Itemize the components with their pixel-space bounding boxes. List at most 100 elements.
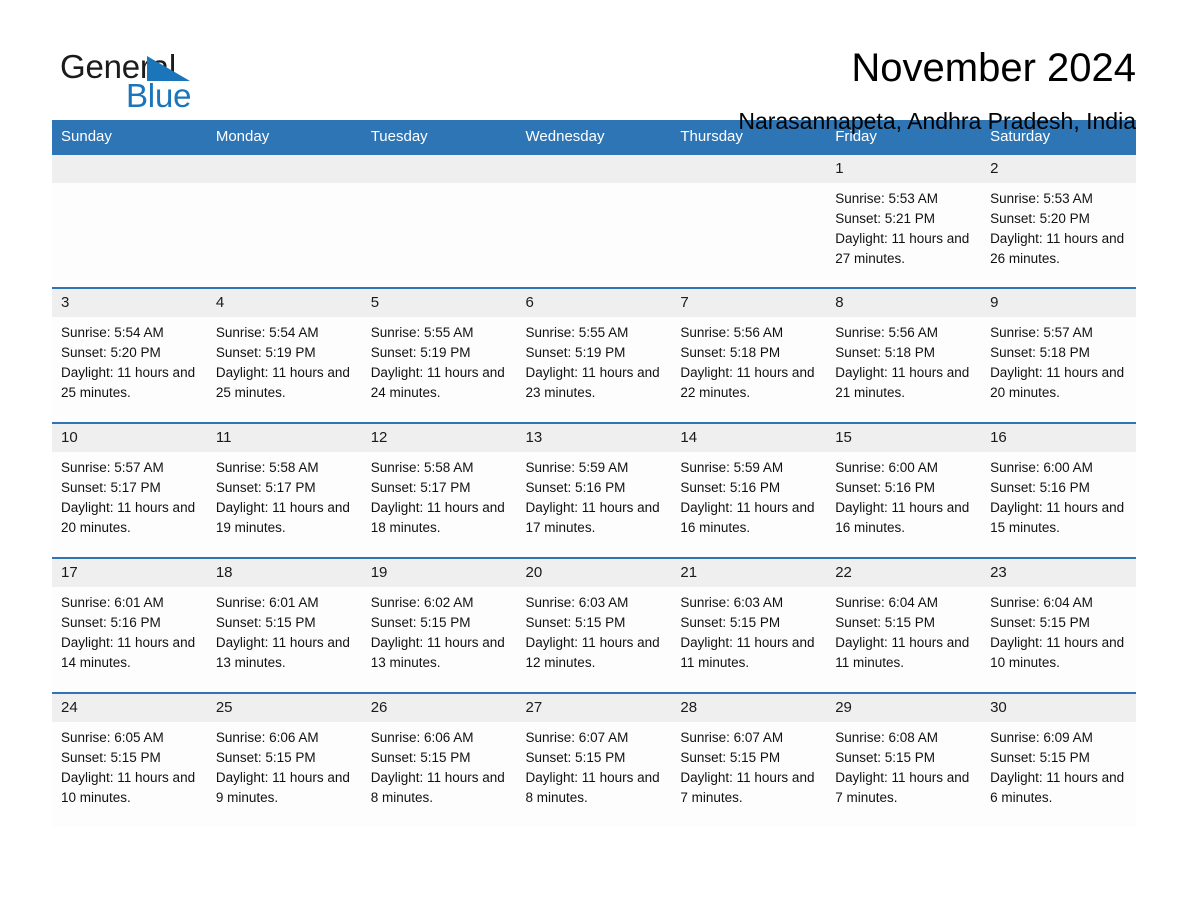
daylight-text: Daylight: 11 hours and 20 minutes.: [990, 365, 1125, 400]
calendar-day-cell[interactable]: 23 Sunrise: 6:04 AM Sunset: 5:15 PM Dayligh…: [981, 557, 1136, 693]
daylight-text: Daylight: 11 hours and 11 minutes.: [680, 635, 815, 670]
calendar-day-cell[interactable]: 6 Sunrise: 5:55 AM Sunset: 5:19 PM Daylight…: [516, 287, 672, 423]
daylight-text: Daylight: 11 hours and 21 minutes.: [835, 365, 970, 400]
calendar-day-cell[interactable]: 10 Sunrise: 5:57 AM Sunset: 5:17 PM Dayligh…: [52, 422, 207, 558]
calendar-day-cell[interactable]: 12 Sunrise: 5:58 AM Sunset: 5:17 PM Dayligh…: [361, 422, 517, 558]
sunset-text: Sunset: 5:15 PM: [525, 750, 626, 765]
calendar-day-cell[interactable]: 19 Sunrise: 6:02 AM Sunset: 5:15 PM Dayligh…: [361, 557, 517, 693]
sunrise-text: Sunrise: 6:01 AM: [215, 595, 319, 610]
calendar-day-cell[interactable]: 29 Sunrise: 6:08 AM Sunset: 5:15 PM Dayligh…: [826, 692, 982, 827]
sunset-text: Sunset: 5:15 PM: [525, 615, 626, 630]
day-number: 25: [206, 694, 362, 722]
day-number: 17: [52, 559, 207, 587]
daylight-text: Daylight: 11 hours and 26 minutes.: [990, 231, 1125, 266]
daylight-text: Daylight: 11 hours and 22 minutes.: [680, 365, 815, 400]
general-blue-logo[interactable]: General Blue: [52, 44, 252, 116]
daylight-text: Daylight: 11 hours and 10 minutes.: [990, 635, 1125, 670]
sunrise-text: Sunrise: 5:55 AM: [525, 325, 629, 340]
calendar-day-cell[interactable]: 8 Sunrise: 5:56 AM Sunset: 5:18 PM Daylight…: [826, 287, 982, 423]
day-number: [361, 155, 517, 183]
day-details: Sunrise: 6:02 AM Sunset: 5:15 PM Daylight:…: [362, 587, 517, 673]
day-number: 7: [671, 289, 827, 317]
day-details: Sunrise: 5:56 AM Sunset: 5:18 PM Daylight:…: [671, 317, 826, 403]
sunrise-text: Sunrise: 5:56 AM: [680, 325, 784, 340]
day-details: Sunrise: 5:53 AM Sunset: 5:21 PM Daylight:…: [826, 183, 981, 269]
sunrise-text: Sunrise: 6:04 AM: [990, 595, 1093, 610]
day-number: 8: [826, 289, 982, 317]
day-number: 22: [826, 559, 982, 587]
calendar-day-cell[interactable]: 26 Sunrise: 6:06 AM Sunset: 5:15 PM Dayligh…: [361, 692, 517, 827]
sunrise-text: Sunrise: 5:54 AM: [215, 325, 319, 340]
sunrise-text: Sunrise: 5:58 AM: [370, 460, 474, 475]
sunset-text: Sunset: 5:15 PM: [215, 750, 316, 765]
sunrise-text: Sunrise: 6:07 AM: [680, 730, 784, 745]
title-block: November 2024 Narasannapeta, Andhra Prad…: [738, 44, 1136, 138]
sunset-text: Sunset: 5:19 PM: [525, 345, 626, 360]
calendar-day-cell[interactable]: 1 Sunrise: 5:53 AM Sunset: 5:21 PM Daylight…: [826, 155, 982, 288]
calendar-week-row: 10 Sunrise: 5:57 AM Sunset: 5:17 PM Dayligh…: [52, 422, 1136, 558]
calendar-day-cell[interactable]: 11 Sunrise: 5:58 AM Sunset: 5:17 PM Dayligh…: [206, 422, 362, 558]
daylight-text: Daylight: 11 hours and 8 minutes.: [525, 770, 660, 805]
calendar-day-cell[interactable]: 20 Sunrise: 6:03 AM Sunset: 5:15 PM Dayligh…: [516, 557, 672, 693]
calendar-day-cell[interactable]: 3 Sunrise: 5:54 AM Sunset: 5:20 PM Daylight…: [52, 287, 207, 423]
day-number: 1: [826, 155, 982, 183]
calendar-day-cell[interactable]: 27 Sunrise: 6:07 AM Sunset: 5:15 PM Dayligh…: [516, 692, 672, 827]
calendar-day-cell[interactable]: 7 Sunrise: 5:56 AM Sunset: 5:18 PM Daylight…: [671, 287, 827, 423]
daylight-text: Daylight: 11 hours and 13 minutes.: [215, 635, 350, 670]
calendar-day-cell[interactable]: 28 Sunrise: 6:07 AM Sunset: 5:15 PM Dayligh…: [671, 692, 827, 827]
sunset-text: Sunset: 5:16 PM: [525, 480, 626, 495]
sunrise-text: Sunrise: 5:56 AM: [835, 325, 939, 340]
day-details: Sunrise: 6:06 AM Sunset: 5:15 PM Daylight:…: [362, 722, 517, 808]
day-number: 19: [361, 559, 517, 587]
calendar-day-cell[interactable]: 17 Sunrise: 6:01 AM Sunset: 5:16 PM Dayligh…: [52, 557, 207, 693]
page-subtitle-location: Narasannapeta, Andhra Pradesh, India: [738, 108, 1136, 134]
calendar-cell-empty: [671, 155, 827, 288]
sunrise-text: Sunrise: 5:59 AM: [525, 460, 629, 475]
daylight-text: Daylight: 11 hours and 13 minutes.: [370, 635, 505, 670]
day-details: Sunrise: 6:01 AM Sunset: 5:15 PM Daylight:…: [207, 587, 362, 673]
calendar-day-cell[interactable]: 24 Sunrise: 6:05 AM Sunset: 5:15 PM Dayligh…: [52, 692, 207, 827]
day-number: 4: [206, 289, 362, 317]
day-details: Sunrise: 6:01 AM Sunset: 5:16 PM Daylight:…: [52, 587, 207, 673]
calendar-day-cell[interactable]: 22 Sunrise: 6:04 AM Sunset: 5:15 PM Dayligh…: [826, 557, 982, 693]
sunset-text: Sunset: 5:17 PM: [370, 480, 471, 495]
page-header: General Blue November 2024 Narasannapeta…: [52, 0, 1136, 134]
calendar-day-cell[interactable]: 30 Sunrise: 6:09 AM Sunset: 5:15 PM Dayligh…: [981, 692, 1136, 827]
day-number: 18: [206, 559, 362, 587]
calendar-day-cell[interactable]: 25 Sunrise: 6:06 AM Sunset: 5:15 PM Dayligh…: [206, 692, 362, 827]
day-details: Sunrise: 5:54 AM Sunset: 5:20 PM Daylight:…: [52, 317, 207, 403]
daylight-text: Daylight: 11 hours and 12 minutes.: [525, 635, 660, 670]
sunset-text: Sunset: 5:19 PM: [215, 345, 316, 360]
calendar-page: General Blue November 2024 Narasannapeta…: [0, 0, 1188, 918]
calendar-day-cell[interactable]: 2 Sunrise: 5:53 AM Sunset: 5:20 PM Daylight…: [981, 155, 1136, 288]
day-number: [206, 155, 362, 183]
calendar-day-cell[interactable]: 16 Sunrise: 6:00 AM Sunset: 5:16 PM Dayligh…: [981, 422, 1136, 558]
sunset-text: Sunset: 5:15 PM: [370, 750, 471, 765]
day-number: 6: [516, 289, 672, 317]
calendar-day-cell[interactable]: 14 Sunrise: 5:59 AM Sunset: 5:16 PM Dayligh…: [671, 422, 827, 558]
sunrise-text: Sunrise: 6:06 AM: [370, 730, 474, 745]
calendar-day-cell[interactable]: 15 Sunrise: 6:00 AM Sunset: 5:16 PM Dayligh…: [826, 422, 982, 558]
day-number: 5: [361, 289, 517, 317]
day-details: Sunrise: 6:03 AM Sunset: 5:15 PM Daylight:…: [671, 587, 826, 673]
calendar-day-cell[interactable]: 9 Sunrise: 5:57 AM Sunset: 5:18 PM Daylight…: [981, 287, 1136, 423]
daylight-text: Daylight: 11 hours and 15 minutes.: [990, 500, 1125, 535]
calendar-day-cell[interactable]: 21 Sunrise: 6:03 AM Sunset: 5:15 PM Dayligh…: [671, 557, 827, 693]
day-details: Sunrise: 5:54 AM Sunset: 5:19 PM Daylight:…: [207, 317, 362, 403]
sunset-text: Sunset: 5:16 PM: [990, 480, 1090, 495]
calendar-day-cell[interactable]: 18 Sunrise: 6:01 AM Sunset: 5:15 PM Dayligh…: [206, 557, 362, 693]
day-details: Sunrise: 6:00 AM Sunset: 5:16 PM Daylight:…: [826, 452, 981, 538]
daylight-text: Daylight: 11 hours and 25 minutes.: [215, 365, 350, 400]
day-details: Sunrise: 5:59 AM Sunset: 5:16 PM Daylight:…: [517, 452, 672, 538]
sunset-text: Sunset: 5:15 PM: [835, 615, 936, 630]
calendar-day-cell[interactable]: 4 Sunrise: 5:54 AM Sunset: 5:19 PM Daylight…: [206, 287, 362, 423]
day-details: Sunrise: 5:53 AM Sunset: 5:20 PM Daylight:…: [981, 183, 1136, 269]
sunset-text: Sunset: 5:18 PM: [835, 345, 936, 360]
calendar-day-cell[interactable]: 13 Sunrise: 5:59 AM Sunset: 5:16 PM Dayligh…: [516, 422, 672, 558]
calendar-day-cell[interactable]: 5 Sunrise: 5:55 AM Sunset: 5:19 PM Daylight…: [361, 287, 517, 423]
sunrise-text: Sunrise: 5:53 AM: [835, 191, 939, 206]
day-details: Sunrise: 6:04 AM Sunset: 5:15 PM Daylight:…: [981, 587, 1136, 673]
day-number: [52, 155, 207, 183]
day-details: Sunrise: 5:56 AM Sunset: 5:18 PM Daylight:…: [826, 317, 981, 403]
sunset-text: Sunset: 5:17 PM: [61, 480, 161, 495]
